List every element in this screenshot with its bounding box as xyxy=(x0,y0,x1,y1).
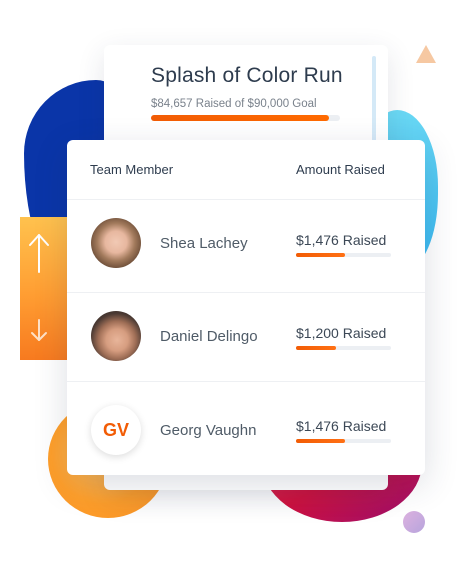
amount-raised: $1,200 Raised xyxy=(296,325,387,341)
member-progress-bar xyxy=(296,439,391,443)
campaign-title: Splash of Color Run xyxy=(151,64,343,87)
triangle-decoration xyxy=(416,45,436,63)
member-progress-fill xyxy=(296,253,346,257)
member-progress-fill xyxy=(296,346,336,350)
avatar-initials: GV xyxy=(91,405,141,455)
member-name[interactable]: Daniel Delingo xyxy=(160,328,258,345)
amount-raised: $1,476 Raised xyxy=(296,232,387,248)
member-name[interactable]: Georg Vaughn xyxy=(160,422,256,439)
member-progress-fill xyxy=(296,439,346,443)
header-divider xyxy=(67,199,425,200)
member-progress-bar xyxy=(296,253,391,257)
avatar xyxy=(91,311,141,361)
lavender-dot-decoration xyxy=(403,511,425,533)
row-divider xyxy=(67,381,425,382)
campaign-progress-fill xyxy=(151,115,329,121)
arrow-up-icon xyxy=(29,234,49,273)
member-progress-bar xyxy=(296,346,391,350)
avatar xyxy=(91,218,141,268)
column-header-team-member: Team Member xyxy=(90,162,174,177)
campaign-progress-bar xyxy=(151,115,340,121)
member-name[interactable]: Shea Lachey xyxy=(160,235,248,252)
row-divider xyxy=(67,292,425,293)
campaign-raised-text: $84,657 Raised of $90,000 Goal xyxy=(151,98,317,110)
arrow-down-icon xyxy=(31,319,47,341)
amount-raised: $1,476 Raised xyxy=(296,418,387,434)
column-header-amount-raised: Amount Raised xyxy=(296,162,385,177)
